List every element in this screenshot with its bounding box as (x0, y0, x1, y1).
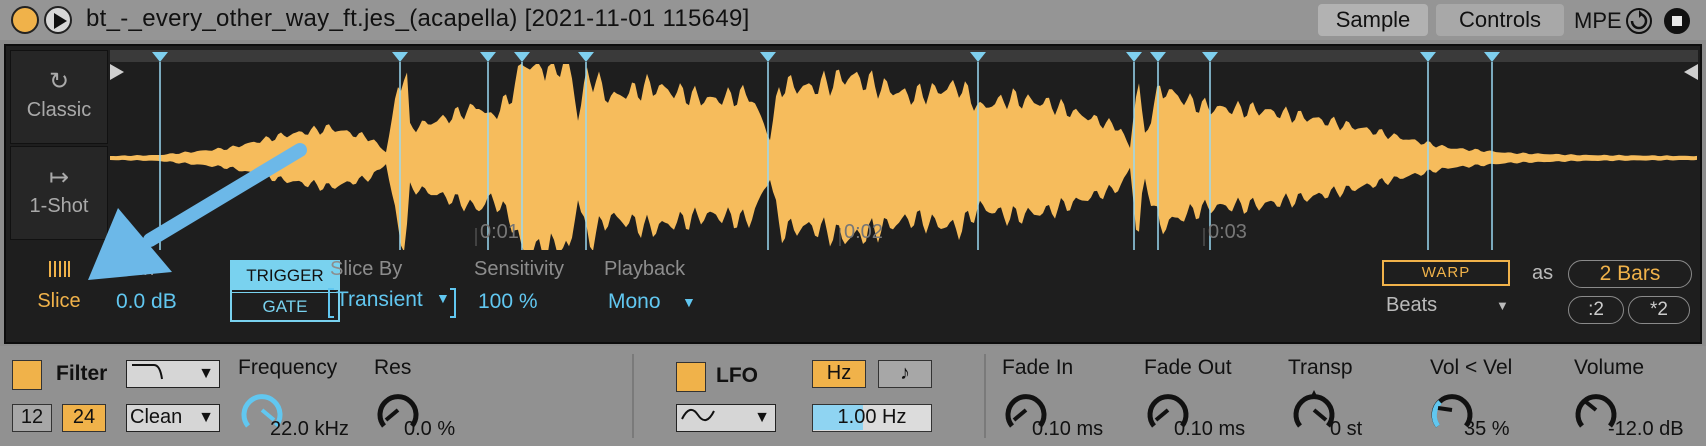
section-divider (984, 354, 986, 438)
res-value: 0.0 % (404, 418, 456, 440)
chevron-down-icon: ▼ (754, 409, 770, 426)
vol-vel-value: 35 % (1464, 418, 1510, 440)
chevron-down-icon: ▼ (198, 365, 214, 382)
volume-label: Volume (1574, 356, 1645, 379)
lfo-rate-value: 1.00 Hz (837, 406, 907, 428)
slope-24-button[interactable]: 24 (62, 404, 106, 432)
fade-out-value: 0.10 ms (1174, 418, 1246, 440)
filter-circuit-value: Clean (130, 406, 183, 428)
frequency-label: Frequency (238, 356, 338, 379)
res-label: Res (374, 356, 412, 379)
lfo-label: LFO (716, 364, 758, 387)
filter-label: Filter (56, 362, 108, 385)
lfo-hz-button[interactable]: Hz (812, 360, 866, 388)
frequency-value: 22.0 kHz (270, 418, 349, 440)
volume-value: -12.0 dB (1608, 418, 1684, 440)
fade-out-label: Fade Out (1144, 356, 1232, 379)
chevron-down-icon: ▼ (198, 409, 214, 426)
section-divider (632, 354, 634, 438)
lfo-waveform-dropdown[interactable]: ▼ (676, 404, 776, 432)
device-controls: Filter ▼ 12 24 Clean ▼ Frequency 22.0 kH… (0, 346, 1706, 446)
filter-toggle[interactable] (12, 360, 42, 390)
slope-12-button[interactable]: 12 (12, 404, 52, 432)
lowpass-icon (132, 364, 163, 380)
lfo-toggle[interactable] (676, 362, 706, 392)
filter-type-dropdown[interactable]: ▼ (126, 360, 220, 388)
lfo-rate-field[interactable]: 1.00 Hz (812, 404, 932, 432)
lfo-sync-button[interactable]: ♪ (878, 360, 932, 388)
fade-in-label: Fade In (1002, 356, 1074, 379)
filter-circuit-dropdown[interactable]: Clean ▼ (126, 404, 220, 432)
transpose-value: 0 st (1330, 418, 1363, 440)
transpose-label: Transp (1288, 356, 1353, 379)
vol-vel-label: Vol < Vel (1430, 356, 1513, 379)
sine-wave-icon (681, 408, 715, 422)
fade-in-value: 0.10 ms (1032, 418, 1104, 440)
note-icon: ♪ (900, 362, 910, 384)
